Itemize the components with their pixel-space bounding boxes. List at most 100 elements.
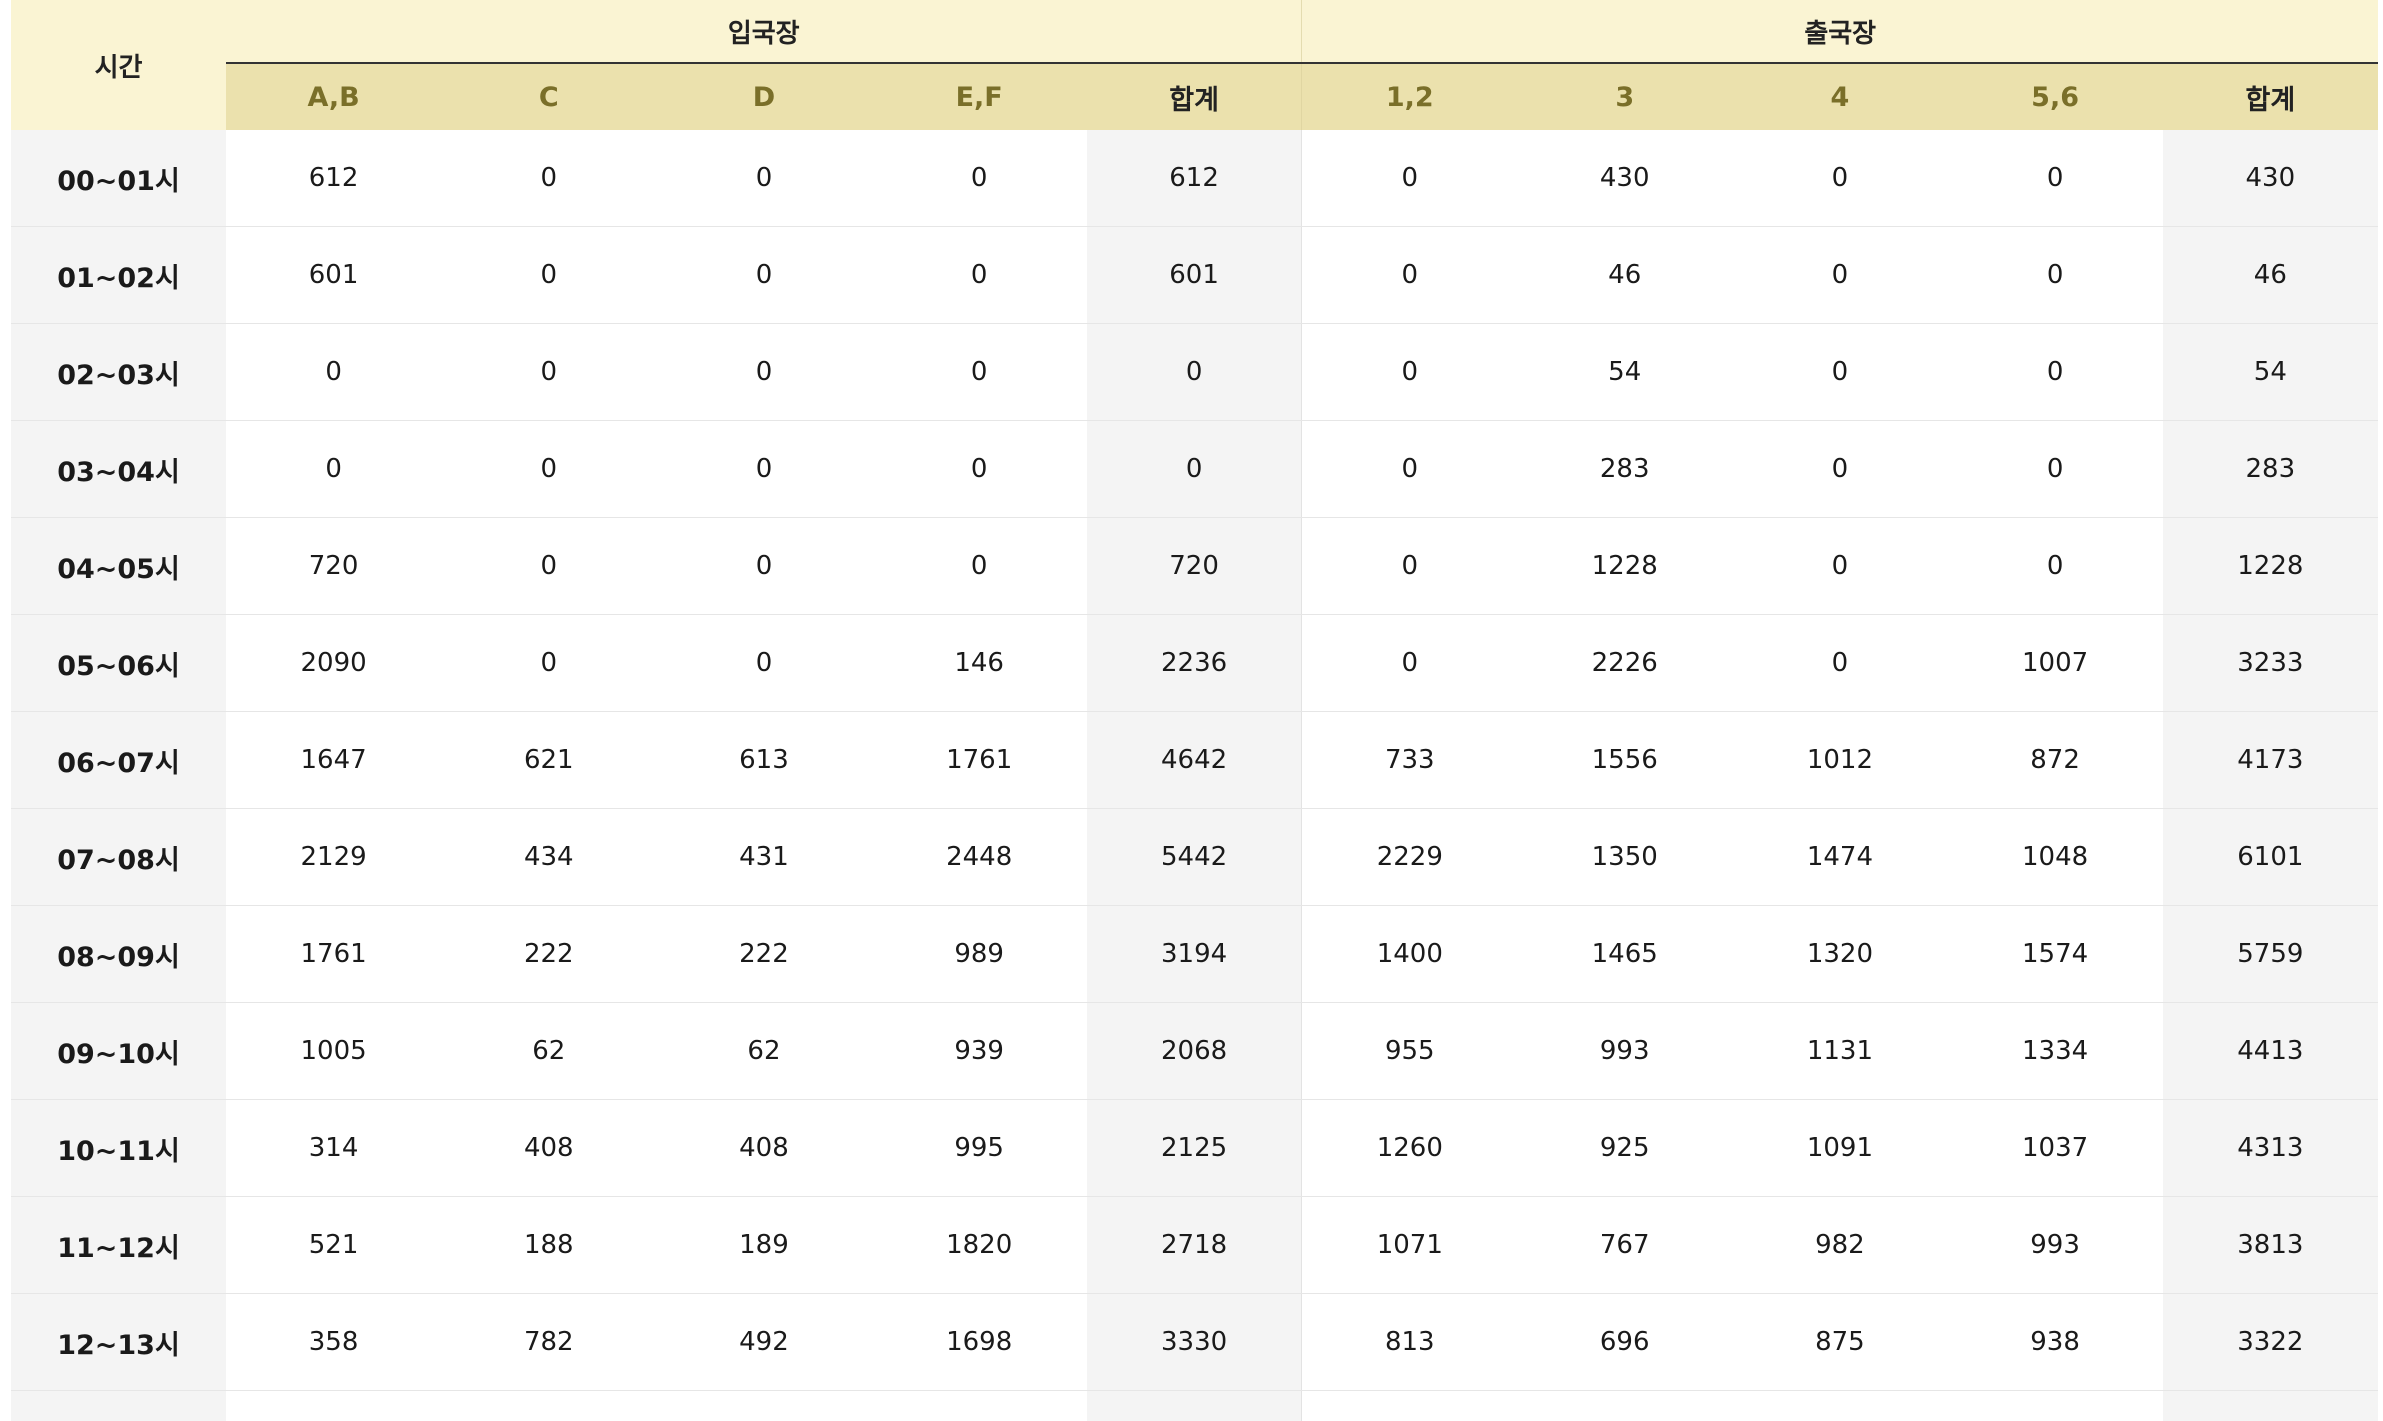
entry-value-cell: 2090 [226,615,441,712]
exit-value-cell: 872 [1948,712,2163,809]
entry-total-cell: 3194 [1087,906,1302,1003]
entry-value-cell: 612 [226,130,441,227]
entry-total-cell: 2068 [1087,1003,1302,1100]
exit-value-cell: 1334 [1948,1003,2163,1100]
exit-value-cell: 1350 [1517,809,1732,906]
entry-total-cell: 4642 [1087,712,1302,809]
entry-total-header: 합계 [1087,63,1302,130]
exit-value-cell: 0 [1732,130,1947,227]
entry-value-cell: 0 [872,324,1087,421]
exit-total-cell: 4173 [2163,712,2378,809]
exit-value-cell: 0 [1948,421,2163,518]
exit-value-cell: 0 [1948,324,2163,421]
entry-value-cell: 189 [656,1197,871,1294]
entry-value-cell: 0 [872,421,1087,518]
entry-value-cell: 0 [441,324,656,421]
exit-value-cell: 1474 [1732,809,1947,906]
time-cell: 03~04시 [11,421,226,518]
exit-value-cell: 0 [1948,227,2163,324]
entry-value-cell: 0 [441,615,656,712]
entry-total-cell: 5442 [1087,809,1302,906]
exit-value-cell: 0 [1302,421,1517,518]
exit-total-cell: 46 [2163,227,2378,324]
entry-value-cell: 146 [872,615,1087,712]
entry-value-cell: 492 [656,1294,871,1391]
entry-total-cell: 2236 [1087,615,1302,712]
exit-value-cell: 1400 [1302,906,1517,1003]
time-cell: 06~07시 [11,712,226,809]
exit-value-cell: 1131 [1732,1003,1947,1100]
entry-total-cell: 0 [1087,324,1302,421]
time-cell: 02~03시 [11,324,226,421]
exit-value-cell: 938 [1948,1294,2163,1391]
exit-value-cell: 1228 [1517,518,1732,615]
exit-value-cell: 0 [1302,518,1517,615]
header-group-row: 시간 입국장 출국장 [11,0,2378,63]
entry-value-cell: 601 [226,227,441,324]
exit-total-cell: 430 [2163,130,2378,227]
entry-value-cell: 989 [872,906,1087,1003]
entry-value-cell: 1005 [226,1003,441,1100]
entry-value-cell: 521 [226,1197,441,1294]
exit-total-header: 합계 [2163,63,2378,130]
exit-value-cell: 1037 [1948,1100,2163,1197]
exit-value-cell: 46 [1517,227,1732,324]
exit-value-cell: 0 [1948,130,2163,227]
exit-value-cell: 0 [1732,421,1947,518]
exit-value-cell: 993 [1517,1003,1732,1100]
hourly-passenger-table: 시간 입국장 출국장 A,B C D E,F 합계 1,2 3 4 5,6 합계… [11,0,2378,1421]
entry-value-cell: 408 [656,1100,871,1197]
entry-value-cell: 1820 [872,1197,1087,1294]
time-cell: 00~01시 [11,130,226,227]
exit-value-cell: 1260 [1302,1100,1517,1197]
exit-value-cell: 0 [1732,518,1947,615]
entry-value-cell: 1761 [226,906,441,1003]
exit-value-cell: 875 [1732,1294,1947,1391]
exit-value-cell: 1012 [1732,712,1947,809]
empty-cell [441,1391,656,1421]
time-cell: 12~13시 [11,1294,226,1391]
exit-value-cell: 1574 [1948,906,2163,1003]
exit-total-cell: 3233 [2163,615,2378,712]
entry-group-header: 입국장 [226,0,1302,63]
entry-value-cell: 1647 [226,712,441,809]
entry-value-cell: 0 [656,615,871,712]
exit-column-header: 5,6 [1948,63,2163,130]
table-row: 12~13시358782492169833308136968759383322 [11,1294,2378,1391]
empty-cell [226,1391,441,1421]
exit-column-header: 1,2 [1302,63,1517,130]
exit-total-cell: 4313 [2163,1100,2378,1197]
exit-value-cell: 283 [1517,421,1732,518]
entry-value-cell: 995 [872,1100,1087,1197]
table-row: 09~10시100562629392068955993113113344413 [11,1003,2378,1100]
time-cell: 04~05시 [11,518,226,615]
entry-value-cell: 0 [656,324,871,421]
entry-value-cell: 0 [226,324,441,421]
empty-cell [11,1391,226,1421]
entry-value-cell: 0 [441,421,656,518]
exit-value-cell: 925 [1517,1100,1732,1197]
entry-value-cell: 0 [872,518,1087,615]
exit-value-cell: 1320 [1732,906,1947,1003]
exit-column-header: 4 [1732,63,1947,130]
time-cell: 08~09시 [11,906,226,1003]
entry-value-cell: 1698 [872,1294,1087,1391]
entry-total-cell: 2125 [1087,1100,1302,1197]
entry-total-cell: 612 [1087,130,1302,227]
empty-cell [1948,1391,2163,1421]
exit-value-cell: 696 [1517,1294,1732,1391]
exit-value-cell: 0 [1732,227,1947,324]
entry-value-cell: 0 [656,227,871,324]
exit-total-cell: 6101 [2163,809,2378,906]
entry-value-cell: 0 [441,518,656,615]
entry-value-cell: 0 [226,421,441,518]
exit-value-cell: 813 [1302,1294,1517,1391]
entry-value-cell: 621 [441,712,656,809]
exit-value-cell: 0 [1302,130,1517,227]
time-cell: 01~02시 [11,227,226,324]
entry-value-cell: 408 [441,1100,656,1197]
exit-value-cell: 0 [1302,227,1517,324]
time-cell: 11~12시 [11,1197,226,1294]
exit-value-cell: 993 [1948,1197,2163,1294]
exit-value-cell: 1071 [1302,1197,1517,1294]
